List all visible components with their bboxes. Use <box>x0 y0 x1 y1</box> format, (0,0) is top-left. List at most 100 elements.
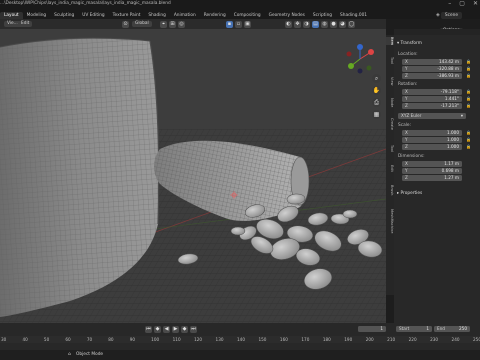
lock-icon[interactable]: 🔒 <box>466 66 471 71</box>
sidebar-tab-view[interactable]: View <box>386 77 394 86</box>
sidebar-tab-brush[interactable]: Brush <box>386 185 394 195</box>
ruler-tick-label: 130 <box>215 337 224 342</box>
orientation-select[interactable]: Global <box>132 21 152 27</box>
ruler-tick-label: 220 <box>408 337 417 342</box>
perspective-toggle-icon[interactable]: ▦ <box>372 110 381 119</box>
lock-icon[interactable]: 🔒 <box>466 137 471 142</box>
3d-viewport[interactable] <box>0 19 386 334</box>
shading-wireframe-icon[interactable]: ◍ <box>321 21 328 28</box>
lock-icon[interactable]: 🔒 <box>466 144 471 149</box>
field-value: -320.88 m <box>437 66 459 71</box>
zoom-icon[interactable]: ⌕ <box>372 74 381 83</box>
rotation-y-field[interactable]: Y 1.441° <box>402 96 462 102</box>
properties-panel-title[interactable]: ▸ Properties <box>397 191 422 196</box>
location-z-field[interactable]: Z -386.93 m <box>402 73 462 79</box>
field-value: 0.698 m <box>441 168 459 173</box>
start-frame-field[interactable]: Start 1 <box>396 326 432 332</box>
ruler-tick-label: 100 <box>151 337 160 342</box>
axis-label: X <box>405 59 408 64</box>
sidebar-tab-create[interactable]: Create <box>386 118 394 130</box>
tab-geometry-nodes[interactable]: Geometry Nodes <box>265 12 309 19</box>
ruler-tick-label: 180 <box>322 337 331 342</box>
scale-y-field[interactable]: Y 1.000 <box>402 137 462 143</box>
lock-icon[interactable]: 🔒 <box>466 59 471 64</box>
tab-layout[interactable]: Layout <box>0 12 23 19</box>
scene-selector[interactable]: Scene <box>440 12 462 19</box>
transform-pivot-icon[interactable]: ⊙ <box>122 21 129 28</box>
axis-label: X <box>405 89 408 94</box>
camera-view-icon[interactable]: ⎙ <box>372 98 381 107</box>
shading-solid-icon[interactable]: ● <box>330 21 337 28</box>
shading-rendered-icon[interactable]: ◯ <box>348 21 355 28</box>
tab-scripting[interactable]: Scripting <box>309 12 336 19</box>
location-y-field[interactable]: Y -320.88 m <box>402 66 462 72</box>
sidebar-tab-meshmachine[interactable]: MeshMachine <box>386 209 394 234</box>
sidebar-tab-tool[interactable]: Tool <box>386 145 394 152</box>
scale-x-field[interactable]: X 1.000 <box>402 130 462 136</box>
field-value: 1.000 <box>447 144 459 149</box>
tab-modeling[interactable]: Modeling <box>23 12 51 19</box>
sidebar-tab-item[interactable]: Item <box>386 37 394 46</box>
location-x-field[interactable]: X 143.42 m <box>402 59 462 65</box>
rotation-z-field[interactable]: Z -17.213° <box>402 103 462 109</box>
select-mode-edge-icon[interactable]: ▫ <box>235 21 242 28</box>
snap-target-icon[interactable]: ⊞ <box>169 21 176 28</box>
tab-uv-editing[interactable]: UV Editing <box>78 12 108 19</box>
mode-select[interactable]: Edit <box>18 21 33 27</box>
dimension-x-field[interactable]: X 1.17 m <box>402 161 462 167</box>
tab-compositing[interactable]: Compositing <box>230 12 265 19</box>
ruler-tick-label: 110 <box>172 337 181 342</box>
navigation-gizmo[interactable] <box>345 44 375 74</box>
proportional-edit-icon[interactable]: ◎ <box>178 21 185 28</box>
current-frame-field[interactable]: 1 <box>358 326 386 332</box>
lock-icon[interactable]: 🔒 <box>466 89 471 94</box>
transform-panel-title[interactable]: ▾ Transform <box>397 41 422 46</box>
sidebar-tab-node[interactable]: Node <box>386 98 394 107</box>
xray-icon[interactable]: ▤ <box>312 21 319 28</box>
play-reverse-icon[interactable]: ◀ <box>163 326 170 333</box>
shading-material-icon[interactable]: ◕ <box>339 21 346 28</box>
sidebar-tab-tool[interactable]: Tool <box>386 57 394 64</box>
minimize-icon[interactable]: – <box>448 0 451 7</box>
ruler-tick-label: 160 <box>279 337 288 342</box>
rotation-mode-select[interactable]: XYZ Euler ▾ <box>398 113 466 119</box>
lock-icon[interactable]: 🔒 <box>466 130 471 135</box>
axis-label: Z <box>405 175 408 180</box>
tab-animation[interactable]: Animation <box>170 12 200 19</box>
rotation-x-field[interactable]: X -79.118° <box>402 89 462 95</box>
close-icon[interactable]: ✕ <box>473 0 478 7</box>
sidebar-tab-edit[interactable]: Edit <box>386 165 394 172</box>
visibility-icon[interactable]: ◐ <box>285 21 292 28</box>
scale-z-field[interactable]: Z 1.000 <box>402 144 462 150</box>
jump-end-icon[interactable]: ⏭ <box>190 326 197 333</box>
pan-icon[interactable]: ✋ <box>372 86 381 95</box>
lock-icon[interactable]: 🔒 <box>466 96 471 101</box>
prev-keyframe-icon[interactable]: ◆ <box>154 326 161 333</box>
field-value: 143.42 m <box>438 59 459 64</box>
snap-icon[interactable]: ⌖ <box>160 21 167 28</box>
axis-label: Y <box>405 168 408 173</box>
tab-sculpting[interactable]: Sculpting <box>50 12 78 19</box>
field-value: -17.213° <box>440 103 459 108</box>
lock-icon[interactable]: 🔒 <box>466 73 471 78</box>
dimension-z-field[interactable]: Z 1.27 m <box>402 175 462 181</box>
gizmo-icon[interactable]: ✥ <box>294 21 301 28</box>
play-icon[interactable]: ▶ <box>172 326 179 333</box>
select-mode-face-icon[interactable]: ▣ <box>244 21 251 28</box>
tab-shading[interactable]: Shading <box>144 12 169 19</box>
ruler-tick-label: 230 <box>430 337 439 342</box>
next-keyframe-icon[interactable]: ◆ <box>181 326 188 333</box>
tab-rendering[interactable]: Rendering <box>200 12 230 19</box>
dimension-y-field[interactable]: Y 0.698 m <box>402 168 462 174</box>
tab-texture-paint[interactable]: Texture Paint <box>109 12 145 19</box>
lock-icon[interactable]: 🔒 <box>466 103 471 108</box>
viewport-scene <box>0 19 386 334</box>
ruler-tick-label: 90 <box>129 337 136 342</box>
select-mode-vertex-icon[interactable]: ▪ <box>226 21 233 28</box>
tab-shading-001[interactable]: Shading.001 <box>336 12 371 19</box>
maximize-icon[interactable]: ▢ <box>459 0 465 7</box>
jump-start-icon[interactable]: ⏮ <box>145 326 152 333</box>
overlay-icon[interactable]: ◑ <box>303 21 310 28</box>
window-controls: – ▢ ✕ <box>448 0 478 7</box>
end-frame-field[interactable]: End 250 <box>434 326 470 332</box>
